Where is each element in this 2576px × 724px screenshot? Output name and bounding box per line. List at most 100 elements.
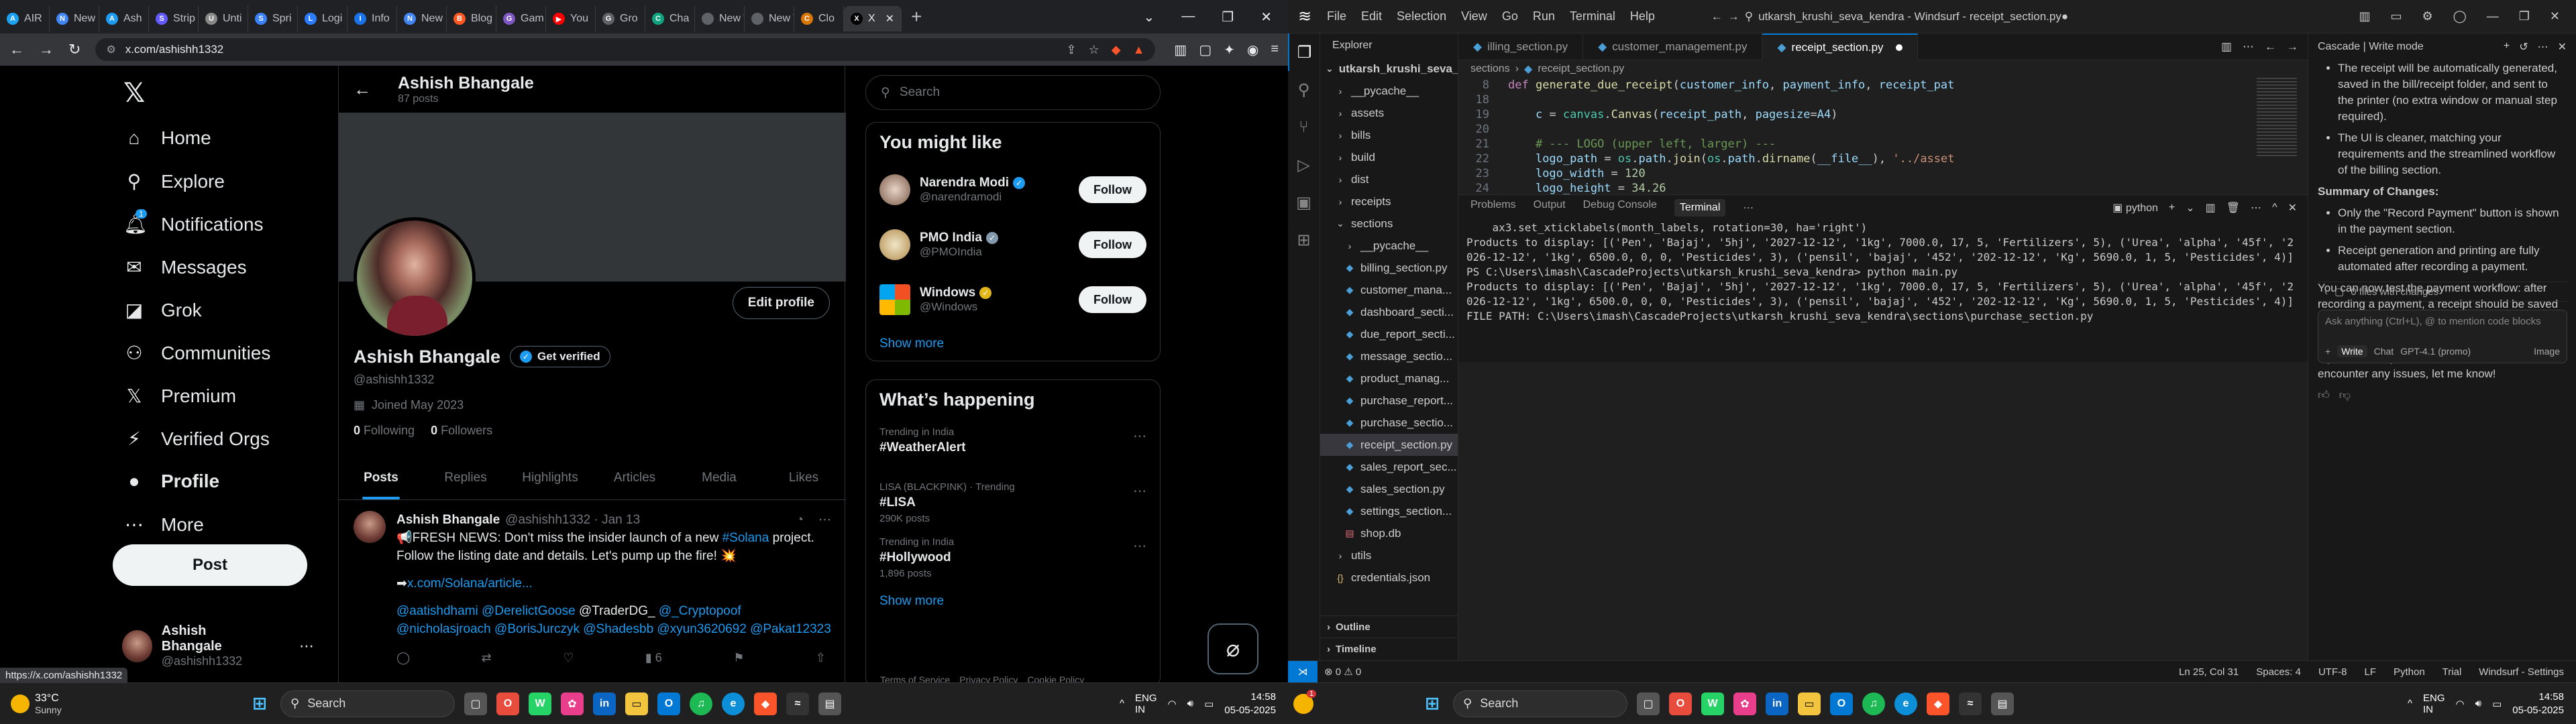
share-icon[interactable]: ⇪ xyxy=(1067,43,1077,57)
menu-edit[interactable]: Edit xyxy=(1361,9,1382,23)
wifi-icon[interactable]: ◠ xyxy=(1168,698,1177,710)
nav-grok[interactable]: ◪ Grok xyxy=(123,299,202,321)
grok-fab-icon[interactable]: ⌀ xyxy=(1208,623,1258,674)
nav-profile[interactable]: ● Profile xyxy=(123,471,220,492)
tree-item[interactable]: ◆ customer_mana... xyxy=(1320,279,1458,301)
minimap[interactable] xyxy=(2257,78,2297,158)
linkedin-icon[interactable]: in xyxy=(593,692,616,715)
office-icon[interactable]: O xyxy=(1669,692,1692,715)
browser-tab[interactable]: X X ✕ xyxy=(844,6,902,32)
explorer-activity-icon[interactable]: ❐ xyxy=(1288,34,1320,71)
battery-icon[interactable]: ▭ xyxy=(1204,698,1214,710)
browser-tab[interactable]: U Unti xyxy=(199,6,248,32)
avatar[interactable] xyxy=(879,174,910,205)
nav-communities[interactable]: ⚇ Communities xyxy=(123,342,270,364)
spotify-icon[interactable]: ♫ xyxy=(1862,692,1885,715)
nav-home[interactable]: ⌂ Home xyxy=(123,127,211,149)
brave-shield-icon[interactable]: ◆ xyxy=(1112,43,1121,57)
post-button[interactable]: Post xyxy=(113,544,307,586)
browser-tab[interactable]: ▶ You xyxy=(546,6,596,32)
task-view-icon[interactable]: ▢ xyxy=(1637,692,1660,715)
tab-replies[interactable]: Replies xyxy=(423,456,508,499)
suggestion-row[interactable]: Narendra Modi ✓ @narendramodi Follow xyxy=(866,162,1160,217)
tree-item[interactable]: › __pycache__ xyxy=(1320,80,1458,102)
remote-indicator-icon[interactable]: ⋊ xyxy=(1288,660,1318,683)
nav-notifications[interactable]: 🔔︎ 1 Notifications xyxy=(123,209,264,235)
account-switcher[interactable]: Ashish Bhangale @ashishh1332 ⋯ xyxy=(122,623,314,668)
go-forward-icon[interactable]: → xyxy=(2287,40,2298,54)
clock[interactable]: 14:58 05-05-2025 xyxy=(1224,690,1276,717)
share-tweet-icon[interactable]: ⇧ xyxy=(816,649,826,667)
office-icon[interactable]: O xyxy=(496,692,519,715)
close-tab-icon[interactable]: ✕ xyxy=(885,12,894,25)
new-chat-icon[interactable]: + xyxy=(2504,40,2510,54)
tweet[interactable]: Ashish Bhangale @ashishh1332 · Jan 13 ◔ … xyxy=(339,501,846,682)
menu-go[interactable]: Go xyxy=(1502,9,1518,23)
browser-tab[interactable]: N New xyxy=(397,6,447,32)
panel-tab-terminal[interactable]: Terminal xyxy=(1674,199,1726,217)
lang-indicator[interactable]: ENG IN xyxy=(1135,692,1157,715)
trial-status[interactable]: Trial xyxy=(2443,666,2462,678)
model-select[interactable]: GPT-4.1 (promo) xyxy=(2400,346,2471,357)
task-view-icon[interactable]: ▢ xyxy=(464,692,487,715)
edge-icon[interactable]: e xyxy=(722,692,745,715)
browser-tab[interactable]: New Tab xyxy=(695,6,745,32)
tray-up-icon[interactable]: ^ xyxy=(2408,698,2412,709)
tree-item[interactable]: {} credentials.json xyxy=(1320,566,1458,589)
unsaved-dot-icon[interactable] xyxy=(1895,44,1902,51)
explorer-icon[interactable]: ▭ xyxy=(1798,692,1821,715)
windows-start-icon[interactable]: ⊞ xyxy=(248,692,271,715)
menu-file[interactable]: File xyxy=(1327,9,1346,23)
menu-help[interactable]: Help xyxy=(1630,9,1655,23)
remote-icon[interactable]: ▣ xyxy=(1288,184,1320,221)
tree-item[interactable]: › bills xyxy=(1320,124,1458,146)
browser-tab[interactable]: G Gro xyxy=(596,6,645,32)
panel-icon[interactable]: ▭ xyxy=(2390,9,2402,23)
tree-item[interactable]: › assets xyxy=(1320,102,1458,124)
eol[interactable]: LF xyxy=(2364,666,2376,678)
browser-tab[interactable]: S Strip xyxy=(149,6,199,32)
vpn-icon[interactable]: ◉ xyxy=(1247,42,1258,58)
trend-item[interactable]: Trending in India #Hollywood 1,896 posts ⋯ xyxy=(866,530,1160,585)
trend-item[interactable]: Trending in India #WeatherAlert ⋯ xyxy=(866,420,1160,475)
cmd-back-icon[interactable]: ← xyxy=(1711,10,1723,23)
tree-item[interactable]: ◆ settings_section... xyxy=(1320,500,1458,522)
tree-item[interactable]: ◆ purchase_sectio... xyxy=(1320,412,1458,434)
x-logo-icon[interactable]: 𝕏 xyxy=(123,78,145,109)
tree-item[interactable]: ◆ message_sectio... xyxy=(1320,345,1458,367)
profile-photo[interactable] xyxy=(354,217,476,339)
tree-item[interactable]: ◆ receipt_section.py xyxy=(1320,434,1458,456)
tree-item[interactable]: ◆ sales_section.py xyxy=(1320,478,1458,500)
terminal-shell[interactable]: ▣ python xyxy=(2112,201,2158,215)
tab-likes[interactable]: Likes xyxy=(761,456,846,499)
history-icon[interactable]: ↺ xyxy=(2519,40,2528,54)
browser-tab[interactable]: C Clo xyxy=(794,6,844,32)
spotify-icon[interactable]: ♫ xyxy=(690,692,712,715)
editor-minimize[interactable]: — xyxy=(2487,9,2499,23)
browser-tab[interactable]: A AIR xyxy=(0,6,50,32)
volume-icon[interactable]: 🔊︎ xyxy=(1187,698,1193,709)
settings-icon[interactable]: ⚙ xyxy=(2422,9,2432,23)
taskbar-search-right[interactable]: ⚲ Search xyxy=(1453,690,1627,717)
windsurf-settings[interactable]: Windsurf - Settings xyxy=(2479,666,2564,678)
brave-icon[interactable]: ◆ xyxy=(754,692,777,715)
command-center[interactable]: ← → ⚲ utkarsh_krushi_seva_kendra - Winds… xyxy=(1702,6,2078,27)
trend-more-icon[interactable]: ⋯ xyxy=(1133,538,1146,554)
editor-tab[interactable]: ◆ illing_section.py xyxy=(1458,33,1584,60)
new-terminal-icon[interactable]: + xyxy=(2169,202,2175,214)
timeline-section[interactable]: › Timeline xyxy=(1320,638,1458,660)
repost-icon[interactable]: ⇄ xyxy=(482,649,492,667)
follow-button[interactable]: Follow xyxy=(1079,231,1146,258)
tray-up-icon[interactable]: ^ xyxy=(1120,698,1124,709)
explorer-icon[interactable]: ▭ xyxy=(625,692,648,715)
indentation[interactable]: Spaces: 4 xyxy=(2256,666,2301,678)
source-control-icon[interactable]: ⑂ xyxy=(1288,109,1320,146)
app-icon[interactable]: ✿ xyxy=(561,692,584,715)
edge-icon[interactable]: e xyxy=(1894,692,1917,715)
outlook-icon[interactable]: O xyxy=(1830,692,1853,715)
views-stat[interactable]: ▮ 6 xyxy=(645,649,662,667)
extensions-icon[interactable]: ✦ xyxy=(1224,42,1235,58)
address-bar[interactable]: ⚙ x.com/ashishh1332 ⇪ ☆ ◆ ▲ xyxy=(95,38,1156,61)
linkedin-icon[interactable]: in xyxy=(1766,692,1788,715)
app2-icon[interactable]: ▤ xyxy=(818,692,841,715)
